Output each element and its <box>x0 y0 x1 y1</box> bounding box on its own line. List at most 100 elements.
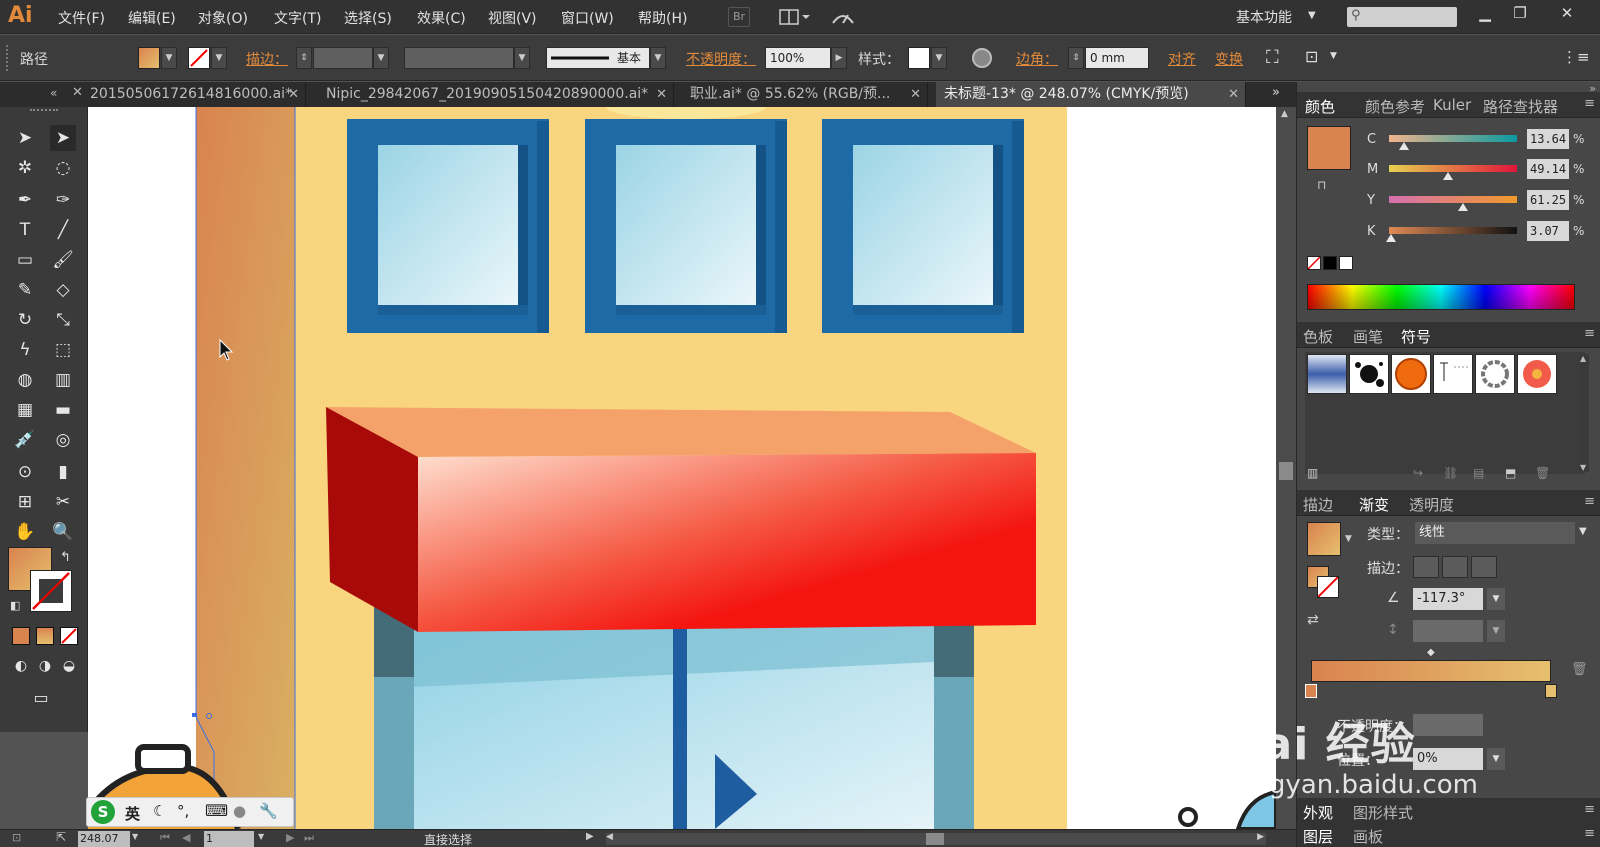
pencil-icon[interactable]: ✎ <box>12 277 38 303</box>
black-value[interactable]: 3.07 <box>1527 221 1569 241</box>
gradient-slider[interactable] <box>1311 660 1551 682</box>
canvas[interactable] <box>88 107 1276 829</box>
zoom-dropdown-icon[interactable]: ▼ <box>132 832 138 841</box>
tab-layers[interactable]: 图层 <box>1303 826 1333 847</box>
gradient-type-select[interactable]: 线性 <box>1415 522 1575 544</box>
aspect-dropdown-icon[interactable]: ▼ <box>1487 620 1505 642</box>
tab-document-active[interactable]: 未标题-13* @ 248.07% (CMYK/预览) ✕ <box>936 82 1246 107</box>
ime-user-icon[interactable]: ● <box>233 802 246 820</box>
menu-view[interactable]: 视图(V) <box>488 8 537 28</box>
opacity-field[interactable]: 100% <box>765 47 831 69</box>
gradient-mode-icon[interactable] <box>36 627 54 645</box>
horizontal-scrollbar[interactable]: ◀ ▶ <box>606 832 1266 845</box>
yellow-value[interactable]: 61.25 <box>1527 190 1569 210</box>
artboard-nav-icon[interactable]: ⊡ <box>12 831 21 844</box>
draw-behind-icon[interactable]: ◑ <box>32 653 58 679</box>
eyedropper-icon[interactable]: 💉 <box>12 427 38 453</box>
gradient-preview[interactable] <box>1307 522 1341 556</box>
status-menu-icon[interactable]: ▶ <box>586 831 594 842</box>
yellow-slider[interactable] <box>1389 196 1517 203</box>
first-artboard-icon[interactable]: ⏮ <box>160 831 170 845</box>
symbol-chain-ring[interactable] <box>1475 354 1515 394</box>
hand-tool-icon[interactable]: ✋ <box>12 519 38 545</box>
default-colors-icon[interactable]: ◧ <box>10 599 20 612</box>
tab-artboards[interactable]: 画板 <box>1353 826 1383 847</box>
eraser-icon[interactable]: ◇ <box>50 277 76 303</box>
lasso-icon[interactable]: ◌ <box>50 155 76 181</box>
restore-icon[interactable]: ❐ <box>1505 2 1535 24</box>
selection-tool-icon[interactable]: ➤ <box>12 125 38 151</box>
blend-tool-icon[interactable]: ◎ <box>50 427 76 453</box>
magenta-slider-knob[interactable] <box>1443 172 1453 180</box>
h-scroll-thumb[interactable] <box>926 833 944 845</box>
gradient-tool-icon[interactable]: ▬ <box>50 397 76 423</box>
arrange-documents-icon[interactable] <box>778 7 812 27</box>
panel-menu-icon[interactable]: ≡ <box>1584 802 1595 817</box>
corner-field[interactable]: 0 mm <box>1085 47 1149 69</box>
panel-menu-icon[interactable]: ≡ <box>1584 494 1595 509</box>
symbol-red-flower[interactable] <box>1517 354 1557 394</box>
tab-document-1[interactable]: 20150506172614816000.ai* ✕ <box>82 82 306 107</box>
gradient-stop-start[interactable] <box>1305 684 1317 698</box>
ime-keyboard-icon[interactable]: ⌨ <box>205 801 228 820</box>
recolor-artwork-icon[interactable] <box>972 48 992 68</box>
delete-symbol-icon[interactable]: 🗑 <box>1535 466 1550 480</box>
minimize-icon[interactable]: ▁ <box>1470 2 1500 24</box>
panel-menu-icon[interactable]: ≡ <box>1584 96 1595 111</box>
zoom-field[interactable]: 248.07 <box>78 831 130 847</box>
tab-transparency[interactable]: 透明度 <box>1409 494 1454 515</box>
tab-brushes[interactable]: 画笔 <box>1353 326 1383 347</box>
menu-window[interactable]: 窗口(W) <box>561 8 614 28</box>
midpoint-diamond-icon[interactable]: ◆ <box>1427 647 1435 658</box>
tab-color-guide[interactable]: 颜色参考 <box>1365 96 1425 117</box>
black-slider-knob[interactable] <box>1386 234 1396 242</box>
black-slider[interactable] <box>1389 227 1517 234</box>
symbol-blue-banner[interactable] <box>1307 354 1347 394</box>
black-swatch[interactable] <box>1323 256 1337 270</box>
tab-close-icon[interactable]: ✕ <box>1228 82 1239 107</box>
transform-link[interactable]: 变换 <box>1215 49 1243 69</box>
ime-logo[interactable]: S <box>91 800 115 824</box>
scroll-left-icon[interactable]: ◀ <box>606 832 613 842</box>
tab-graphic-styles[interactable]: 图形样式 <box>1353 802 1413 823</box>
color-mode-icon[interactable] <box>12 627 30 645</box>
tab-swatches[interactable]: 色板 <box>1303 326 1333 347</box>
ime-settings-icon[interactable]: 🔧 <box>259 802 278 820</box>
tab-close-icon[interactable]: ✕ <box>656 82 667 107</box>
variable-width-dropdown-icon[interactable]: ▼ <box>514 47 530 69</box>
symbol-sprayer-icon[interactable]: ⊙ <box>12 459 38 485</box>
ime-moon-icon[interactable]: ☾ <box>153 802 166 820</box>
magic-wand-icon[interactable]: ✲ <box>12 155 38 181</box>
reverse-gradient-icon[interactable]: ⇄ <box>1307 612 1319 628</box>
tab-close-icon[interactable]: ✕ <box>288 82 299 107</box>
arrange-icon[interactable]: ⊡ <box>1305 47 1318 66</box>
stroke-across-icon[interactable] <box>1471 556 1497 578</box>
line-tool-icon[interactable]: ╱ <box>50 217 76 243</box>
symbol-options-icon[interactable]: ▤ <box>1473 466 1484 480</box>
type-tool-icon[interactable]: T <box>12 217 38 243</box>
mesh-tool-icon[interactable]: ▦ <box>12 397 38 423</box>
symbol-orange-button[interactable] <box>1391 354 1431 394</box>
fill-dropdown-icon[interactable]: ▼ <box>161 47 177 69</box>
menu-object[interactable]: 对象(O) <box>198 8 248 28</box>
gradient-type-dropdown-icon[interactable]: ▼ <box>1579 526 1587 537</box>
workspace-switcher[interactable]: 基本功能 <box>1236 7 1292 27</box>
paintbrush-icon[interactable]: 🖌 <box>50 247 76 273</box>
break-link-icon[interactable]: ⛓ <box>1443 466 1458 480</box>
gradient-stroke-icon[interactable] <box>1317 576 1339 598</box>
fill-swatch[interactable] <box>138 47 160 69</box>
menu-effect[interactable]: 效果(C) <box>417 8 466 28</box>
gradient-preset-dropdown-icon[interactable]: ▼ <box>1345 534 1352 544</box>
align-link[interactable]: 对齐 <box>1168 49 1196 69</box>
draw-normal-icon[interactable]: ◐ <box>8 653 34 679</box>
direct-selection-tool-icon[interactable]: ➤ <box>50 125 76 151</box>
gradient-stop-end[interactable] <box>1545 684 1557 698</box>
gpu-performance-icon[interactable] <box>830 7 856 27</box>
yellow-slider-knob[interactable] <box>1458 203 1468 211</box>
symbol-ink-splat[interactable] <box>1349 354 1389 394</box>
pillar[interactable] <box>196 107 295 829</box>
scroll-up-icon[interactable]: ▲ <box>1281 109 1288 119</box>
scroll-up-icon[interactable]: ▲ <box>1580 354 1586 363</box>
more-tabs-icon[interactable]: » <box>1272 85 1280 100</box>
artboard-tool-icon[interactable]: ⊞ <box>12 489 38 515</box>
